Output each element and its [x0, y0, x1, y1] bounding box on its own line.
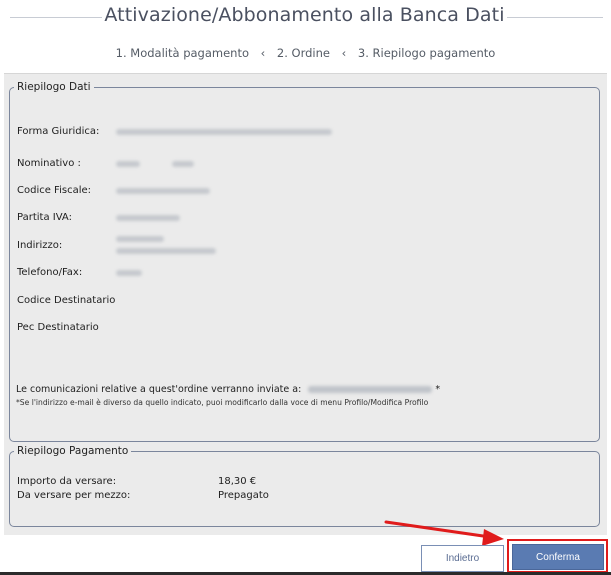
back-button[interactable]: Indietro	[421, 545, 504, 572]
confirm-button[interactable]: Conferma	[512, 544, 604, 570]
annotation-arrow-icon	[384, 520, 504, 546]
